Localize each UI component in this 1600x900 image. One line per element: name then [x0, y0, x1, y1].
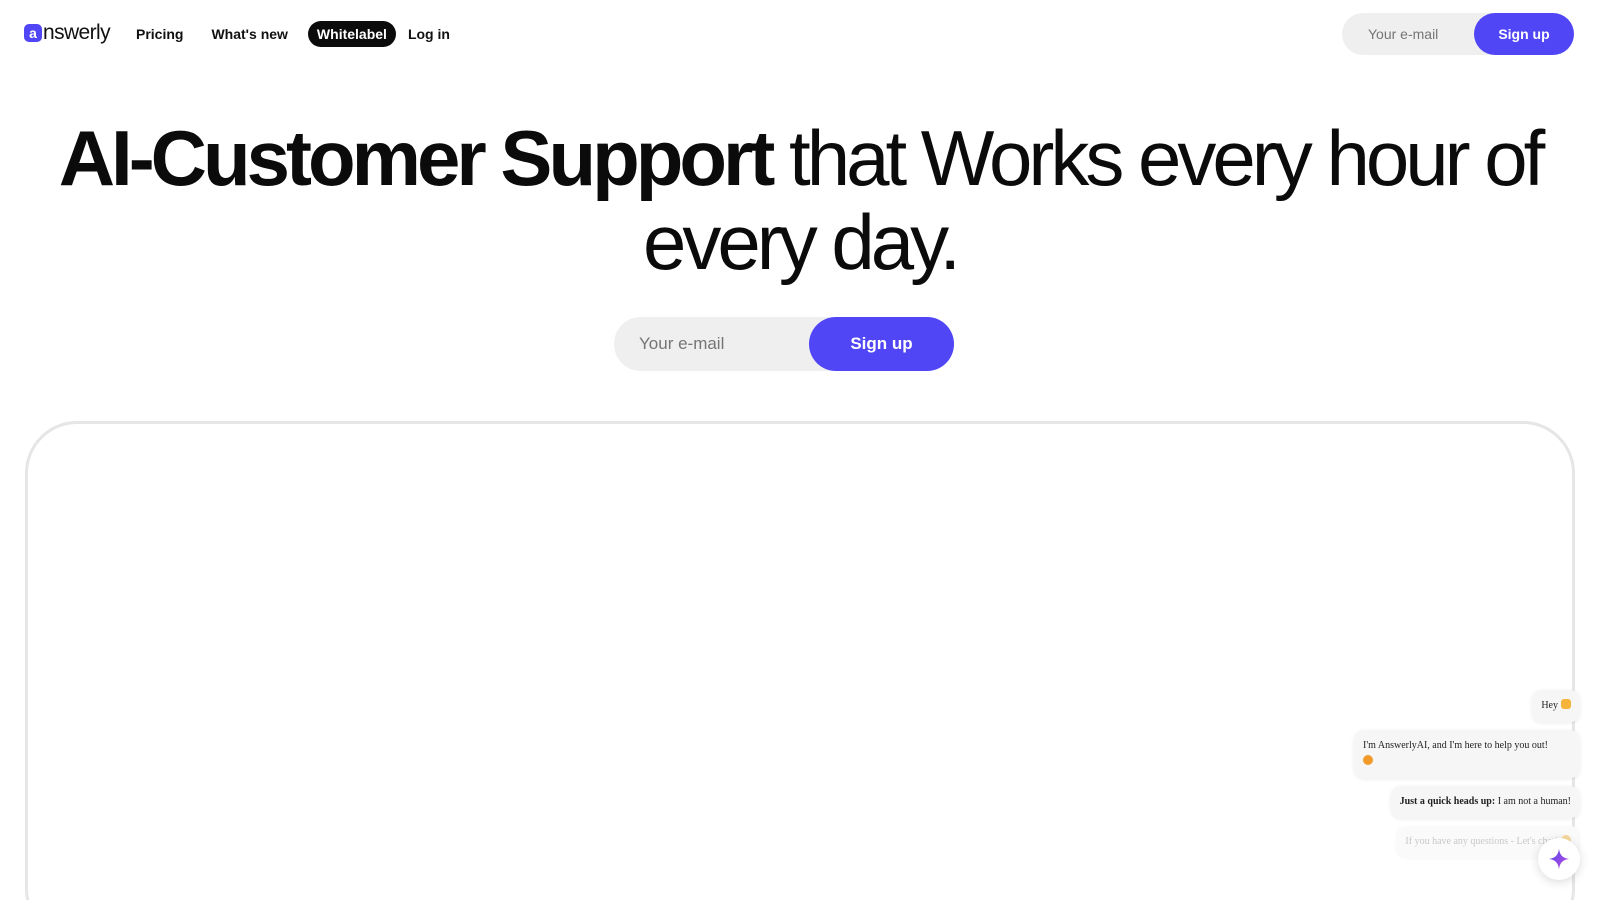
- chat-message[interactable]: Just a quick heads up: I am not a human!: [1390, 786, 1580, 818]
- top-nav: a nswerly Pricing What's new Whitelabel …: [0, 0, 1600, 66]
- hero-signup-button[interactable]: Sign up: [809, 317, 954, 371]
- nav-link-login[interactable]: Log in: [400, 21, 458, 47]
- nav-links: Pricing What's new Whitelabel Log in: [128, 21, 470, 47]
- waving-hand-icon: [1561, 699, 1571, 709]
- chat-message-bold: Just a quick heads up:: [1399, 796, 1496, 807]
- chat-widget-messages: Hey I'm AnswerlyAI, and I'm here to help…: [1354, 690, 1580, 866]
- answerly-logo[interactable]: a nswerly: [24, 20, 111, 46]
- chat-message-text: I'm AnswerlyAI, and I'm here to help you…: [1363, 740, 1548, 751]
- logo-text: nswerly: [43, 21, 111, 44]
- smile-emoji-icon: [1363, 755, 1373, 765]
- hero-heading: AI-Customer Support that Works every hou…: [0, 116, 1600, 284]
- nav-link-whats-new[interactable]: What's new: [203, 21, 295, 47]
- nav-email-input[interactable]: [1342, 13, 1474, 55]
- nav-signup-button[interactable]: Sign up: [1474, 13, 1574, 55]
- chat-message-text: I am not a human!: [1495, 796, 1571, 807]
- hero-heading-rest: that Works every hour of every day.: [642, 114, 1545, 286]
- hero-section: AI-Customer Support that Works every hou…: [0, 116, 1600, 284]
- chat-message-text: Hey: [1541, 700, 1558, 711]
- nav-link-whitelabel[interactable]: Whitelabel: [307, 21, 396, 47]
- logo-mark-icon: a: [24, 24, 42, 42]
- chat-message[interactable]: I'm AnswerlyAI, and I'm here to help you…: [1354, 730, 1580, 778]
- chat-message[interactable]: Hey: [1532, 690, 1580, 722]
- nav-signup-form: Sign up: [1342, 13, 1574, 55]
- chat-message-text: If you have any questions - Let's chat!: [1405, 836, 1558, 847]
- hero-signup-form: Sign up: [614, 317, 954, 371]
- sparkle-icon: [1548, 848, 1570, 870]
- hero-heading-strong: AI-Customer Support: [58, 114, 776, 202]
- nav-link-pricing[interactable]: Pricing: [128, 21, 191, 47]
- product-demo-frame: [25, 421, 1575, 900]
- chat-launcher-button[interactable]: [1538, 838, 1580, 880]
- hero-email-input[interactable]: [614, 317, 814, 371]
